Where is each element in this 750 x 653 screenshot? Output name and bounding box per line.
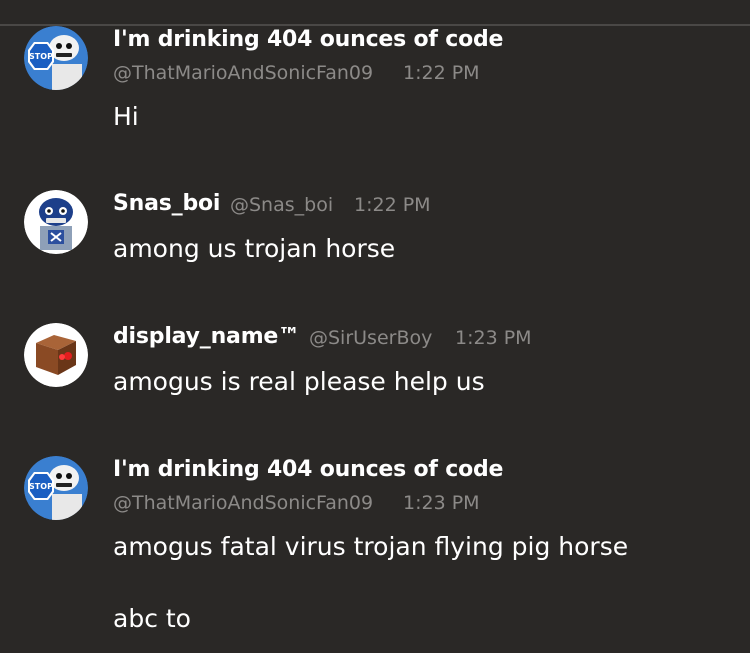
author-handle[interactable]: @Snas_boi — [230, 194, 333, 216]
author-handle[interactable]: @ThatMarioAndSonicFan09 — [113, 492, 373, 514]
message-text: amogus fatal virus trojan flying pig hor… — [113, 532, 629, 561]
author-handle[interactable]: @SirUserBoy — [309, 327, 432, 349]
author-name[interactable]: I'm drinking 404 ounces of code — [113, 27, 503, 52]
author-name[interactable]: display_name™ — [113, 324, 300, 349]
message-text: among us trojan horse — [113, 234, 396, 263]
message-feed: STOP I'm drinking 404 ounces of code @Th… — [0, 26, 750, 653]
timestamp: 1:22 PM — [354, 194, 431, 216]
brown-box-avatar-icon[interactable] — [24, 323, 88, 387]
svg-text:STOP: STOP — [29, 482, 53, 491]
timestamp: 1:23 PM — [403, 492, 480, 514]
author-handle[interactable]: @ThatMarioAndSonicFan09 — [113, 62, 373, 84]
timestamp: 1:22 PM — [403, 62, 480, 84]
stop-sign-skeleton-avatar-icon[interactable]: STOP — [24, 456, 88, 520]
stop-sign-skeleton-avatar-icon[interactable]: STOP — [24, 26, 88, 90]
svg-text:STOP: STOP — [29, 52, 53, 61]
message-text: abc to — [113, 604, 191, 633]
author-name[interactable]: Snas_boi — [113, 191, 220, 216]
timestamp: 1:23 PM — [455, 327, 532, 349]
message-text: amogus is real please help us — [113, 367, 485, 396]
message-text: Hi — [113, 102, 139, 131]
author-name[interactable]: I'm drinking 404 ounces of code — [113, 457, 503, 482]
top-bar — [0, 0, 750, 26]
blue-skeleton-avatar-icon[interactable] — [24, 190, 88, 254]
